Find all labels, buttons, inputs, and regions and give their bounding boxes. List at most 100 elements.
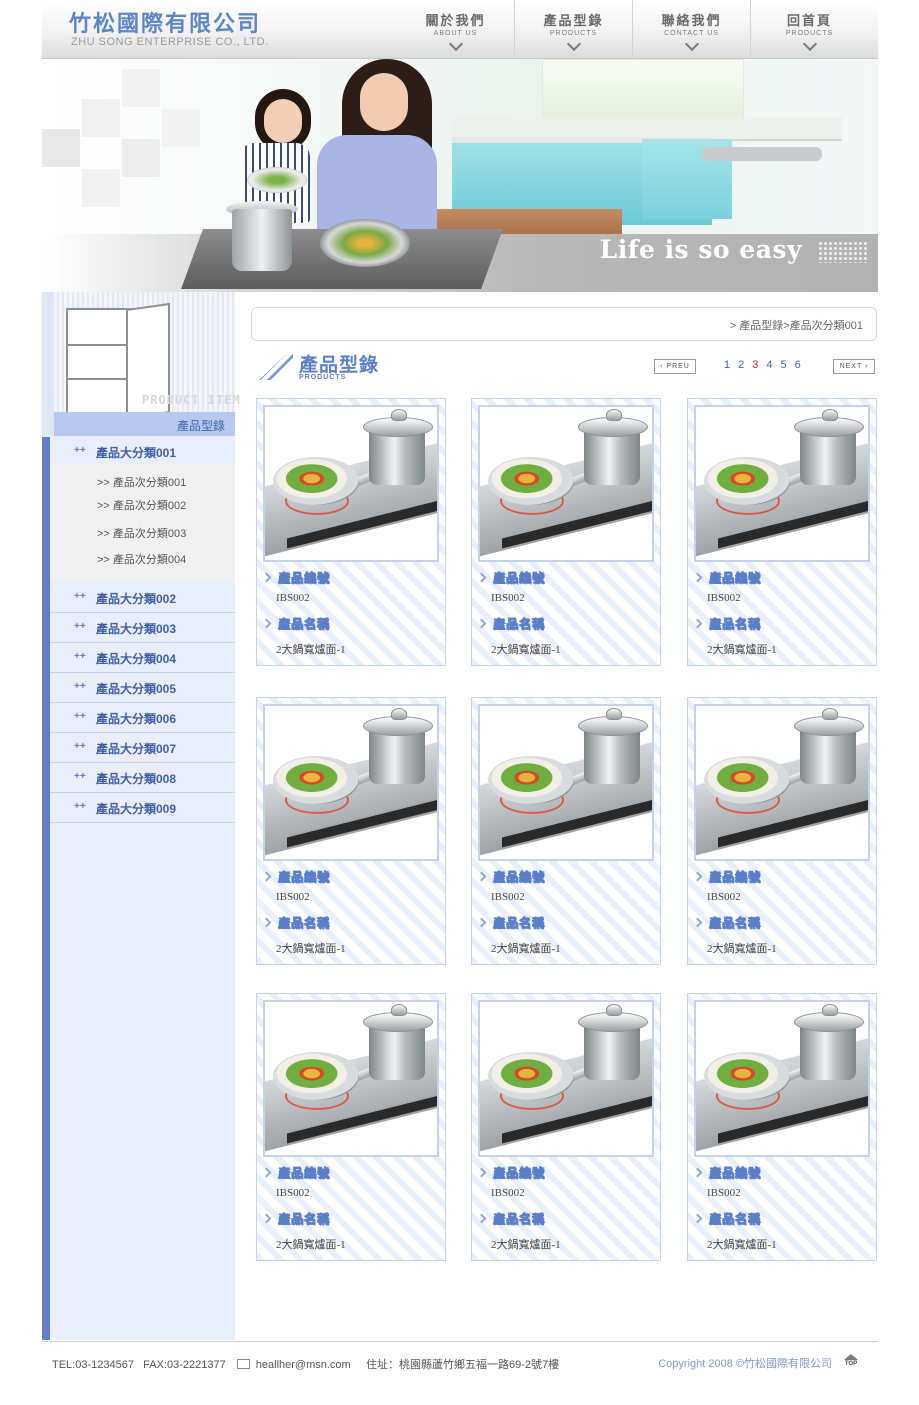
page-title: 產品型錄: [299, 355, 380, 376]
label-text: 產品名稱: [493, 1212, 546, 1227]
product-code: IBS002: [491, 891, 525, 903]
page-link-6[interactable]: 6: [795, 359, 801, 371]
product-card[interactable]: 產品編號 IBS002 產品名稱 2大鍋寬爐面-1: [471, 993, 661, 1261]
product-name[interactable]: 2大鍋寬爐面-1: [276, 641, 346, 657]
sidebar-subitem-001[interactable]: >> 產品次分類001: [97, 474, 186, 490]
chevron-down-icon: [684, 36, 699, 52]
product-name[interactable]: 2大鍋寬爐面-1: [491, 1236, 561, 1252]
page-link-4[interactable]: 4: [766, 359, 772, 371]
footer-email[interactable]: heallher@msn.com: [256, 1359, 351, 1371]
decor-tile: [122, 69, 160, 107]
product-image[interactable]: [478, 704, 654, 861]
product-code-label: 產品編號: [261, 868, 330, 885]
product-name[interactable]: 2大鍋寬爐面-1: [707, 641, 777, 657]
page-subtitle: PRODUCTS: [299, 374, 347, 381]
product-name-label: 產品名稱: [476, 615, 546, 632]
bullet-icon: ++: [74, 711, 86, 722]
back-to-top-button[interactable]: TOP: [842, 1354, 860, 1370]
pot-knob-shape: [822, 409, 838, 421]
page-link-3[interactable]: 3: [752, 359, 758, 371]
chevron-right-icon: [692, 917, 703, 928]
pot-knob-shape: [606, 708, 622, 720]
sidebar-subitem-003[interactable]: >> 產品次分類003: [97, 525, 186, 541]
chevron-down-icon: [566, 36, 581, 52]
sidebar-item-category-009[interactable]: ++ 產品大分類009: [50, 793, 235, 823]
breadcrumb: > 產品型錄>產品次分類001: [251, 307, 877, 341]
sidebar-item-category-005[interactable]: ++ 產品大分類005: [50, 673, 235, 703]
nav-contact-us[interactable]: 聯絡我們 CONTACT US: [632, 0, 750, 58]
main-nav: 關於我們 ABOUT US 產品型錄 PRODUCTS 聯絡我們 CONTACT…: [397, 0, 868, 58]
pot-knob-shape: [391, 1004, 407, 1016]
decor-tile: [82, 169, 120, 207]
sidebar-item-category-007[interactable]: ++ 產品大分類007: [50, 733, 235, 763]
pot-knob-shape: [391, 708, 407, 720]
product-image[interactable]: [694, 704, 870, 861]
product-code: IBS002: [276, 1187, 310, 1199]
product-image[interactable]: [263, 1000, 439, 1157]
site-header: 竹松國際有限公司 ZHU SONG ENTERPRISE CO., LTD. 關…: [42, 0, 878, 59]
chevron-right-icon: [261, 1213, 272, 1224]
sidebar-item-category-002[interactable]: ++ 產品大分類002: [50, 583, 235, 613]
sidebar-accent-stripe: [42, 437, 50, 1340]
product-name[interactable]: 2大鍋寬爐面-1: [276, 1236, 346, 1252]
breadcrumb-text[interactable]: > 產品型錄>產品次分類001: [730, 317, 863, 333]
sidebar-item-category-004[interactable]: ++ 產品大分類004: [50, 643, 235, 673]
nav-about-us[interactable]: 關於我們 ABOUT US: [397, 0, 514, 58]
product-image[interactable]: [263, 405, 439, 562]
brand-logo[interactable]: 竹松國際有限公司: [69, 6, 261, 38]
woman-face: [360, 73, 408, 131]
product-card[interactable]: 產品編號 IBS002 產品名稱 2大鍋寬爐面-1: [256, 993, 446, 1261]
pan-shape: [273, 756, 359, 804]
prev-page-button[interactable]: ‹ PREU: [654, 359, 696, 374]
page-link-2[interactable]: 2: [738, 359, 744, 371]
product-image[interactable]: [694, 1000, 870, 1157]
pan-shape: [488, 457, 574, 505]
product-image[interactable]: [694, 405, 870, 562]
sidebar-subitem-002[interactable]: >> 產品次分類002: [97, 497, 186, 513]
decor-dots: [818, 241, 868, 263]
decor-tile: [42, 129, 80, 167]
chevron-right-icon: [692, 1167, 703, 1178]
product-name[interactable]: 2大鍋寬爐面-1: [491, 940, 561, 956]
label-text: 產品名稱: [278, 1212, 331, 1227]
product-name[interactable]: 2大鍋寬爐面-1: [491, 641, 561, 657]
product-name[interactable]: 2大鍋寬爐面-1: [276, 940, 346, 956]
bullet-icon: ++: [74, 621, 86, 632]
sidebar-subitem-004[interactable]: >> 產品次分類004: [97, 551, 186, 567]
product-card[interactable]: 產品編號 IBS002 產品名稱 2大鍋寬爐面-1: [687, 993, 877, 1261]
product-code: IBS002: [707, 1187, 741, 1199]
chevron-right-icon: [261, 572, 272, 583]
product-name[interactable]: 2大鍋寬爐面-1: [707, 940, 777, 956]
pan-shape: [273, 457, 359, 505]
girl-face: [264, 99, 302, 143]
product-name-label: 產品名稱: [476, 1210, 546, 1227]
sidebar-item-category-008[interactable]: ++ 產品大分類008: [50, 763, 235, 793]
nav-home[interactable]: 回首頁 PRODUCTS: [750, 0, 868, 58]
sidebar-item-category-003[interactable]: ++ 產品大分類003: [50, 613, 235, 643]
next-page-button[interactable]: NEXT ›: [833, 359, 875, 374]
pan-shape: [704, 756, 790, 804]
nav-products[interactable]: 產品型錄 PRODUCTS: [514, 0, 632, 58]
page-link-5[interactable]: 5: [781, 359, 787, 371]
sidebar-item-category-001[interactable]: ++ 產品大分類001: [50, 437, 235, 467]
product-card[interactable]: 產品編號 IBS002 產品名稱 2大鍋寬爐面-1: [687, 398, 877, 666]
pot-knob-shape: [391, 409, 407, 421]
footer-tel: TEL:03-1234567: [52, 1359, 134, 1371]
label-text: 產品編號: [709, 870, 762, 885]
product-card[interactable]: 產品編號 IBS002 產品名稱 2大鍋寬爐面-1: [256, 697, 446, 965]
chevron-right-icon: [476, 917, 487, 928]
product-name[interactable]: 2大鍋寬爐面-1: [707, 1236, 777, 1252]
product-image[interactable]: [478, 1000, 654, 1157]
product-image[interactable]: [478, 405, 654, 562]
product-card[interactable]: 產品編號 IBS002 產品名稱 2大鍋寬爐面-1: [687, 697, 877, 965]
label-text: 產品名稱: [493, 617, 546, 632]
sidebar-item-category-006[interactable]: ++ 產品大分類006: [50, 703, 235, 733]
product-card[interactable]: 產品編號 IBS002 產品名稱 2大鍋寬爐面-1: [471, 697, 661, 965]
banner-tagline: Life is so easy: [599, 235, 802, 264]
product-code: IBS002: [276, 891, 310, 903]
product-image[interactable]: [263, 704, 439, 861]
page-link-1[interactable]: 1: [724, 359, 730, 371]
category-label: 產品大分類001: [96, 446, 177, 460]
product-card[interactable]: 產品編號 IBS002 產品名稱 2大鍋寬爐面-1: [256, 398, 446, 666]
product-card[interactable]: 產品編號 IBS002 產品名稱 2大鍋寬爐面-1: [471, 398, 661, 666]
